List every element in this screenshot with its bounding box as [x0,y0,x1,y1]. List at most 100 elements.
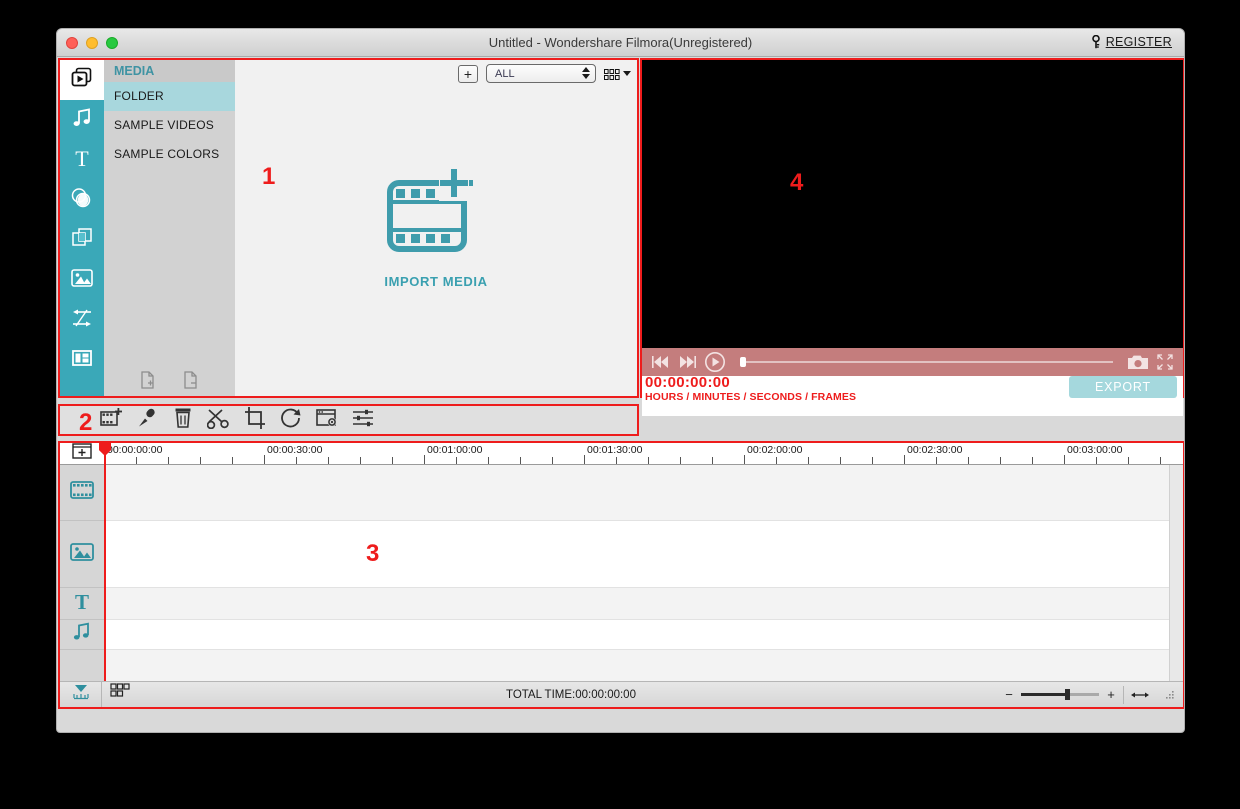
zoom-slider[interactable] [1021,689,1099,700]
ruler-tick [296,457,297,464]
ruler-label: 00:01:00:00 [427,444,483,456]
previous-frame-button[interactable] [652,355,670,369]
zoom-out-button[interactable]: − [1004,687,1014,702]
text-t-icon: T [71,590,93,617]
register-button[interactable]: REGISTER [1087,34,1176,50]
microphone-icon [136,407,158,434]
track-header-audio[interactable] [60,620,104,650]
preview-video-stage[interactable] [642,60,1183,348]
play-button[interactable] [704,351,726,373]
media-content-area: + ALL IMPORT MEDIA [235,60,637,396]
image-icon [69,541,95,568]
delete-tool[interactable] [172,408,194,431]
export-button[interactable]: EXPORT [1069,376,1177,398]
ruler-tick [1000,457,1001,464]
rotate-tool[interactable] [280,407,302,434]
text-t-icon: T [71,146,93,174]
zoom-slider-fill [1021,693,1065,696]
add-media-tool[interactable] [100,407,122,431]
zoom-in-button[interactable]: + [1106,687,1116,702]
split-tool[interactable] [206,408,230,431]
folder-item-sample-colors[interactable]: SAMPLE COLORS [104,140,235,169]
key-icon [1091,34,1101,49]
timeline-playhead[interactable] [99,443,111,681]
fit-to-screen-button[interactable] [1123,685,1156,704]
import-media-dropzone[interactable]: IMPORT MEDIA [235,60,637,396]
timeline-row-video[interactable] [104,465,1169,521]
folder-item-sample-videos[interactable]: SAMPLE VIDEOS [104,111,235,140]
next-frame-button[interactable] [678,355,696,369]
document-plus-icon[interactable] [139,370,157,390]
film-strip-plus-icon [384,167,488,264]
media-rail: T [60,60,104,396]
sidebar-item-split-screen[interactable] [60,340,104,380]
window-title: Untitled - Wondershare Filmora(Unregiste… [488,35,753,50]
app-window: Untitled - Wondershare Filmora(Unregiste… [56,28,1185,733]
sidebar-item-elements[interactable] [60,260,104,300]
timeline-ruler[interactable]: 00:00:00:00 00:00:30:00 00:01:00:00 00:01:3… [104,443,1183,465]
document-minus-icon[interactable] [182,370,200,390]
ruler-label: 00:02:00:00 [747,444,803,456]
timeline-row-text[interactable] [104,588,1169,620]
import-media-label: IMPORT MEDIA [384,274,488,289]
annotation-4: 4 [790,169,804,196]
player-status-bar: 00:00:00:00 HOURS / MINUTES / SECONDS / … [642,374,1183,416]
ruler-tick [1064,455,1065,464]
seek-knob[interactable] [740,357,746,367]
snapshot-button[interactable] [1127,354,1149,371]
fit-to-screen-icon [1131,692,1149,697]
sidebar-item-overlays[interactable] [60,220,104,260]
image-icon [70,268,94,293]
sidebar-item-media-library[interactable] [60,60,104,100]
adjust-tool[interactable] [352,409,374,431]
split-screen-icon [70,348,94,373]
ruler-tick [1032,457,1033,464]
ruler-tick [616,457,617,464]
window-resize-grip[interactable] [1163,689,1175,701]
seek-slider[interactable] [740,357,1113,367]
register-label: REGISTER [1105,35,1172,49]
storyboard-grid-icon [110,683,130,706]
track-header-pip[interactable] [60,521,104,588]
sidebar-item-text[interactable]: T [60,140,104,180]
ruler-tick [328,457,329,464]
ruler-tick [936,457,937,464]
add-track-button[interactable] [60,443,104,465]
ruler-tick [1128,457,1129,464]
ruler-label: 00:02:30:00 [907,444,963,456]
crop-tool[interactable] [244,406,266,431]
ruler-tick [968,457,969,464]
timeline-tracks[interactable] [104,465,1169,705]
sidebar-item-transitions[interactable] [60,300,104,340]
timecode-units-label: HOURS / MINUTES / SECONDS / FRAMES [645,391,857,403]
voiceover-tool[interactable] [136,407,158,434]
timeline-row-pip[interactable] [104,521,1169,588]
sidebar-item-music[interactable] [60,100,104,140]
ruler-tick [488,457,489,464]
timeline-row-audio[interactable] [104,620,1169,650]
timeline-vertical-scrollbar[interactable] [1169,465,1183,681]
folder-footer [104,370,235,390]
zoom-slider-knob[interactable] [1064,689,1070,700]
ruler-tick [1096,457,1097,464]
track-header-text[interactable]: T [60,588,104,620]
ruler-label: 00:03:00:00 [1067,444,1123,456]
marker-button[interactable] [60,682,102,707]
sidebar-item-filters[interactable] [60,180,104,220]
media-heading: MEDIA [104,60,235,82]
rotate-icon [280,407,302,434]
annotation-1: 1 [262,163,276,190]
ruler-tick [776,457,777,464]
folder-item-folder[interactable]: FOLDER [104,82,235,111]
speed-tool[interactable] [316,408,338,431]
overlay-squares-icon [70,227,94,254]
ruler-label: 00:00:00:00 [107,444,163,456]
fullscreen-button[interactable] [1157,354,1173,370]
track-header-video[interactable] [60,465,104,521]
ruler-label: 00:01:30:00 [587,444,643,456]
ruler-tick [200,457,201,464]
ruler-tick [744,455,745,464]
ruler-tick [264,455,265,464]
preview-panel: 00:00:00:00 HOURS / MINUTES / SECONDS / … [640,58,1184,416]
storyboard-button[interactable] [102,683,138,706]
